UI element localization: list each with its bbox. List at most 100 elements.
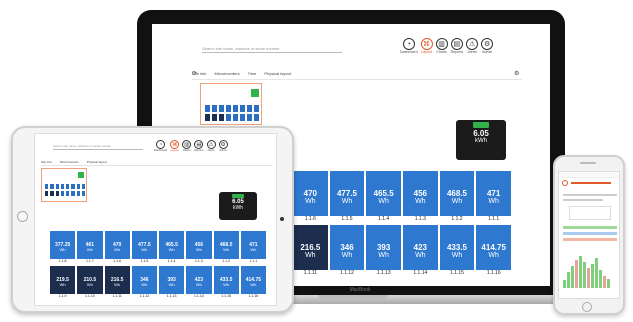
panel-serial-label: 1.1.1	[476, 216, 511, 223]
warning-icon: ⚠	[206, 140, 216, 149]
panel-serial-label: 1.1.8	[50, 258, 76, 264]
tablet-breadcrumb: Site info Microinverters Physical layout	[41, 158, 273, 166]
phone-progress-green	[563, 226, 617, 229]
phone-text-line	[563, 199, 603, 201]
breadcrumb-item[interactable]: Time	[248, 71, 257, 76]
panel-energy-value: 414.75	[481, 242, 506, 252]
panel-cell[interactable]: 456 Wh 1.1.3	[402, 170, 439, 224]
gauge-icon: ◔	[156, 140, 166, 149]
bar-chart-icon: ▥	[182, 140, 192, 149]
toolbar-button-label: Alerts	[207, 149, 215, 152]
tablet-toolbar: ◔ Dashboard ⌘ Layout ▥ Charts ▤ Reports ⚠ Alerts ⚙…	[151, 140, 228, 152]
panel-cell[interactable]: 414.75 Wh 1.1.16	[239, 265, 267, 300]
toolbar-button-charts[interactable]: ▥ Charts	[435, 38, 448, 54]
tablet-search-input[interactable]: Search site name, address or serial numb…	[53, 144, 143, 150]
toolbar-button-label: Charts	[182, 149, 191, 152]
badge-unit: kWh	[233, 205, 243, 211]
warning-icon: ⚠	[466, 38, 479, 50]
panel-energy-value: 423	[413, 242, 427, 252]
phone-home-button[interactable]	[582, 302, 592, 312]
preview-panel	[246, 104, 253, 113]
preview-panel	[80, 183, 86, 190]
panel-cell[interactable]: 423 Wh 1.1.14	[402, 224, 439, 278]
phone-progress-red	[563, 238, 617, 241]
tablet-layout-preview[interactable]	[41, 168, 87, 202]
document-icon: ▤	[450, 38, 463, 50]
panel-cell[interactable]: 471 Wh 1.1.1	[475, 170, 512, 224]
panel-cell[interactable]: 470 Wh 1.1.6	[292, 170, 329, 224]
toolbar-button-label: Layout	[421, 50, 432, 54]
panel-serial-label: 1.1.7	[77, 258, 103, 264]
toolbar-button-reports[interactable]: ▤ Reports	[194, 140, 204, 152]
panel-cell[interactable]: 477.5 Wh 1.1.5	[130, 230, 158, 265]
laptop-notch	[318, 295, 388, 299]
gear-icon: ⚙	[481, 38, 494, 50]
laptop-energy-badge: 6.05 kWh	[456, 120, 506, 160]
toolbar-button-layout[interactable]: ⌘ Layout	[170, 140, 180, 152]
toolbar-button-admin[interactable]: ⚙ Admin	[481, 38, 494, 54]
refresh-icon[interactable]: ⟳	[192, 70, 197, 77]
toolbar-button-alerts[interactable]: ⚠ Alerts	[466, 38, 479, 54]
laptop-layout-preview[interactable]	[200, 83, 262, 125]
toolbar-button-alerts[interactable]: ⚠ Alerts	[206, 140, 216, 152]
panel-cell[interactable]: 468.5 Wh 1.1.2	[212, 230, 240, 265]
panel-cell[interactable]: 216.5 Wh 1.1.11	[292, 224, 329, 278]
breadcrumb-item[interactable]: Physical layout	[87, 160, 107, 164]
panel-cell[interactable]: 471 Wh 1.1.1	[239, 230, 267, 265]
panel-serial-label: 1.1.10	[77, 293, 103, 299]
toolbar-button-admin[interactable]: ⚙ Admin	[218, 140, 228, 152]
toolbar-button-layout[interactable]: ⌘ Layout	[420, 38, 433, 54]
panel-energy-unit: Wh	[59, 247, 66, 252]
panel-cell[interactable]: 477.5 Wh 1.1.5	[328, 170, 366, 224]
preview-panel	[239, 104, 246, 113]
panel-cell[interactable]: 465.5 Wh 1.1.4	[158, 230, 186, 265]
panel-cell[interactable]: 433.5 Wh 1.1.15	[212, 265, 240, 300]
panel-cell[interactable]: 461 Wh 1.1.7	[76, 230, 104, 265]
toolbar-button-label: Charts	[436, 50, 447, 54]
toolbar-button-charts[interactable]: ▥ Charts	[182, 140, 192, 152]
panel-serial-label: 1.1.2	[213, 258, 239, 264]
panel-cell[interactable]: 423 Wh 1.1.14	[185, 265, 213, 300]
tablet-home-button[interactable]	[17, 211, 28, 222]
panel-energy-unit: Wh	[168, 282, 175, 287]
preview-panel	[239, 113, 246, 122]
panel-energy-unit: Wh	[451, 251, 463, 259]
panel-energy-unit: Wh	[451, 197, 463, 205]
panel-cell[interactable]: 433.5 Wh 1.1.15	[438, 224, 476, 278]
panel-cell[interactable]: 377.25 Wh 1.1.8	[49, 230, 77, 265]
preview-panel	[225, 104, 232, 113]
phone-text-line	[563, 194, 617, 196]
panel-cell[interactable]: 456 Wh 1.1.3	[185, 230, 213, 265]
laptop-search-input[interactable]: Search site name, address or serial numb…	[202, 46, 342, 53]
tablet-panel-grid: 377.25 Wh 1.1.8 461 Wh 1.1.7 470 Wh 1.1.6 477.5 Wh…	[49, 230, 267, 300]
breadcrumb-item[interactable]: Microinverters	[214, 71, 239, 76]
panel-cell[interactable]: 393 Wh 1.1.13	[158, 265, 186, 300]
breadcrumb-item[interactable]: Microinverters	[60, 160, 79, 164]
panel-cell[interactable]: 468.5 Wh 1.1.2	[438, 170, 476, 224]
panel-energy-unit: Wh	[195, 282, 202, 287]
network-icon: ⌘	[420, 38, 433, 50]
phone-menu-icon[interactable]	[562, 180, 568, 186]
breadcrumb-item[interactable]: Physical layout	[264, 71, 291, 76]
panel-energy-unit: Wh	[59, 282, 66, 287]
panel-serial-label: 1.1.15	[213, 293, 239, 299]
panel-cell[interactable]: 470 Wh 1.1.6	[103, 230, 131, 265]
toolbar-button-reports[interactable]: ▤ Reports	[450, 38, 463, 54]
bar-chart-icon: ▥	[435, 38, 448, 50]
panel-cell[interactable]: 393 Wh 1.1.13	[365, 224, 402, 278]
panel-cell[interactable]: 414.75 Wh 1.1.16	[475, 224, 512, 278]
panel-cell[interactable]: 216.5 Wh 1.1.11	[103, 265, 131, 300]
panel-energy-value: 471	[486, 188, 501, 198]
tablet-energy-badge: 6.05 kWh	[219, 192, 257, 220]
panel-cell[interactable]: 346 Wh 1.1.12	[328, 224, 366, 278]
toolbar-button-dashboard[interactable]: ◔ Dashboard	[400, 38, 418, 54]
panel-energy-unit: Wh	[168, 247, 175, 252]
panel-cell[interactable]: 219.5 Wh 1.1.9	[49, 265, 77, 300]
panel-cell[interactable]: 465.5 Wh 1.1.4	[365, 170, 402, 224]
breadcrumb-item[interactable]: Site info	[41, 160, 52, 164]
panel-serial-label: 1.1.15	[439, 270, 475, 277]
settings-icon[interactable]: ⚙	[514, 70, 519, 77]
panel-cell[interactable]: 346 Wh 1.1.12	[130, 265, 158, 300]
toolbar-button-dashboard[interactable]: ◔ Dashboard	[154, 140, 167, 152]
panel-cell[interactable]: 210.5 Wh 1.1.10	[76, 265, 104, 300]
